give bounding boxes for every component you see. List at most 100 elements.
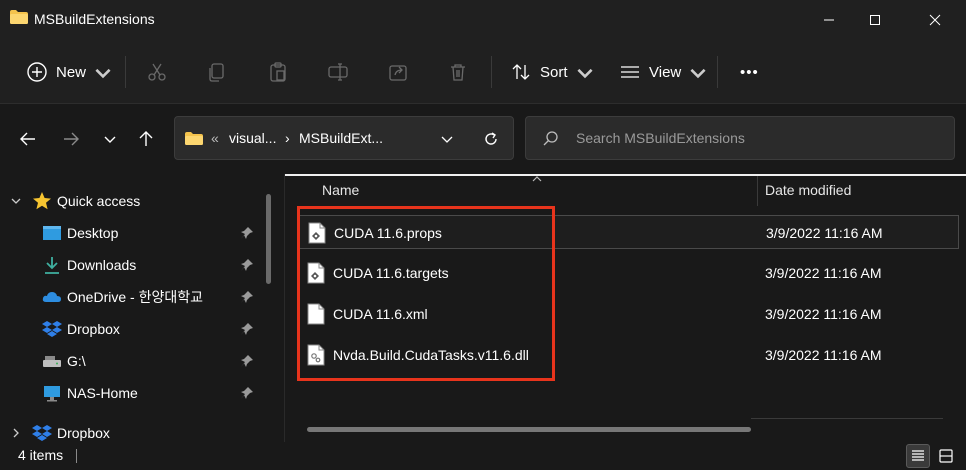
clipboard-icon [270,62,286,82]
status-separator [76,449,77,463]
toolbar-separator [717,56,718,88]
sidebar-item-label: NAS-Home [67,385,138,401]
search-box[interactable]: Search MSBuildExtensions [525,116,955,160]
breadcrumb-parent[interactable]: visual... [229,130,276,146]
file-date: 3/9/2022 11:16 AM [765,306,882,322]
header-divider [285,174,966,176]
maximize-button[interactable] [852,0,898,40]
cut-button[interactable] [146,56,168,88]
copy-icon [209,63,224,82]
minimize-button[interactable] [806,0,852,40]
command-bar: New Sort View ••• [0,40,966,104]
chevron-down-icon [95,68,111,79]
dropbox-icon [42,321,62,337]
sidebar-item-quick-access[interactable]: Quick access [0,186,262,216]
toolbar-separator [491,56,492,88]
annotation-highlight-box [297,206,555,381]
navigation-bar: « visual... › MSBuildExt... Search MSBui… [0,105,966,173]
column-header-name[interactable]: Name [322,182,359,198]
sidebar-item-desktop[interactable]: Desktop [0,218,262,248]
rename-button[interactable] [327,56,349,88]
share-button[interactable] [387,56,409,88]
arrow-right-icon [64,132,79,146]
folder-icon [185,132,203,145]
search-input[interactable]: Search MSBuildExtensions [576,130,745,146]
tiles-view-icon [939,449,953,463]
recent-locations-button[interactable] [96,125,124,153]
chevron-up-icon [532,176,542,182]
arrow-left-icon [20,132,35,146]
details-view-icon [912,450,924,461]
navigation-pane: Quick access Desktop Downloads OneDrive … [0,174,284,442]
file-date: 3/9/2022 11:16 AM [766,225,883,241]
pin-icon [241,323,253,335]
sidebar-item-label: Downloads [67,257,137,273]
chevron-down-icon [11,198,21,204]
view-label: View [649,63,682,81]
details-view-button[interactable] [906,444,930,468]
new-label: New [56,63,87,81]
title-bar: MSBuildExtensions [0,0,966,40]
sidebar-item-downloads[interactable]: Downloads [0,250,262,280]
column-header-date[interactable]: Date modified [765,182,851,198]
arrow-up-icon [139,131,153,146]
search-icon [543,131,558,146]
sidebar-item-dropbox-root[interactable]: Dropbox [0,418,262,442]
desktop-icon [43,226,61,240]
address-dropdown-button[interactable] [437,129,457,149]
close-button[interactable] [912,0,958,40]
plus-circle-icon [27,62,47,82]
sort-button[interactable]: Sort [510,56,596,88]
tiles-view-button[interactable] [934,444,958,468]
more-label: ••• [740,63,759,81]
more-options-button[interactable]: ••• [740,56,759,88]
file-date: 3/9/2022 11:16 AM [765,265,882,281]
pin-icon [241,291,253,303]
sidebar-item-drive-g[interactable]: G:\ [0,346,262,376]
pin-icon [241,259,253,271]
pin-icon [241,227,253,239]
chevron-down-icon [690,68,706,79]
rename-icon [328,63,348,81]
sidebar-item-dropbox[interactable]: Dropbox [0,314,262,344]
chevron-right-icon [13,428,19,438]
file-list: Name Date modified CUDA 11.6.props 3/9/2… [285,174,966,442]
window-title: MSBuildExtensions [34,11,155,27]
file-date: 3/9/2022 11:16 AM [765,347,882,363]
forward-button[interactable] [57,125,85,153]
horizontal-scrollbar[interactable] [307,427,751,432]
sidebar-item-label: G:\ [67,353,86,369]
breadcrumb-overflow[interactable]: « [211,130,219,146]
breadcrumb-separator: › [285,130,290,146]
item-count: 4 items [18,447,64,463]
delete-button[interactable] [447,56,469,88]
toolbar-separator [125,56,126,88]
onedrive-icon [42,292,61,302]
sidebar-item-nas-home[interactable]: NAS-Home [0,378,262,408]
chevron-down-icon [441,136,453,143]
sidebar-item-label: Desktop [67,225,119,241]
scrollbar-track [751,418,943,419]
pin-icon [241,387,253,399]
up-button[interactable] [132,125,160,153]
column-separator[interactable] [757,176,758,206]
chevron-down-icon [576,68,593,79]
copy-button[interactable] [206,56,228,88]
address-bar[interactable]: « visual... › MSBuildExt... [174,116,514,160]
paste-button[interactable] [267,56,289,88]
breadcrumb-current[interactable]: MSBuildExt... [299,130,383,146]
pin-icon [241,355,253,367]
sort-icon [512,64,530,80]
view-button[interactable]: View [619,56,709,88]
minimize-icon [824,19,834,21]
refresh-icon [485,132,497,145]
folder-icon [10,10,28,24]
back-button[interactable] [14,125,42,153]
sidebar-item-onedrive[interactable]: OneDrive - 한양대학교 [0,282,262,312]
network-icon [44,386,60,402]
new-button[interactable]: New [26,56,114,88]
sidebar-scrollbar[interactable] [266,194,271,284]
refresh-button[interactable] [481,129,501,149]
scissors-icon [148,63,166,81]
status-bar: 4 items [0,442,966,470]
